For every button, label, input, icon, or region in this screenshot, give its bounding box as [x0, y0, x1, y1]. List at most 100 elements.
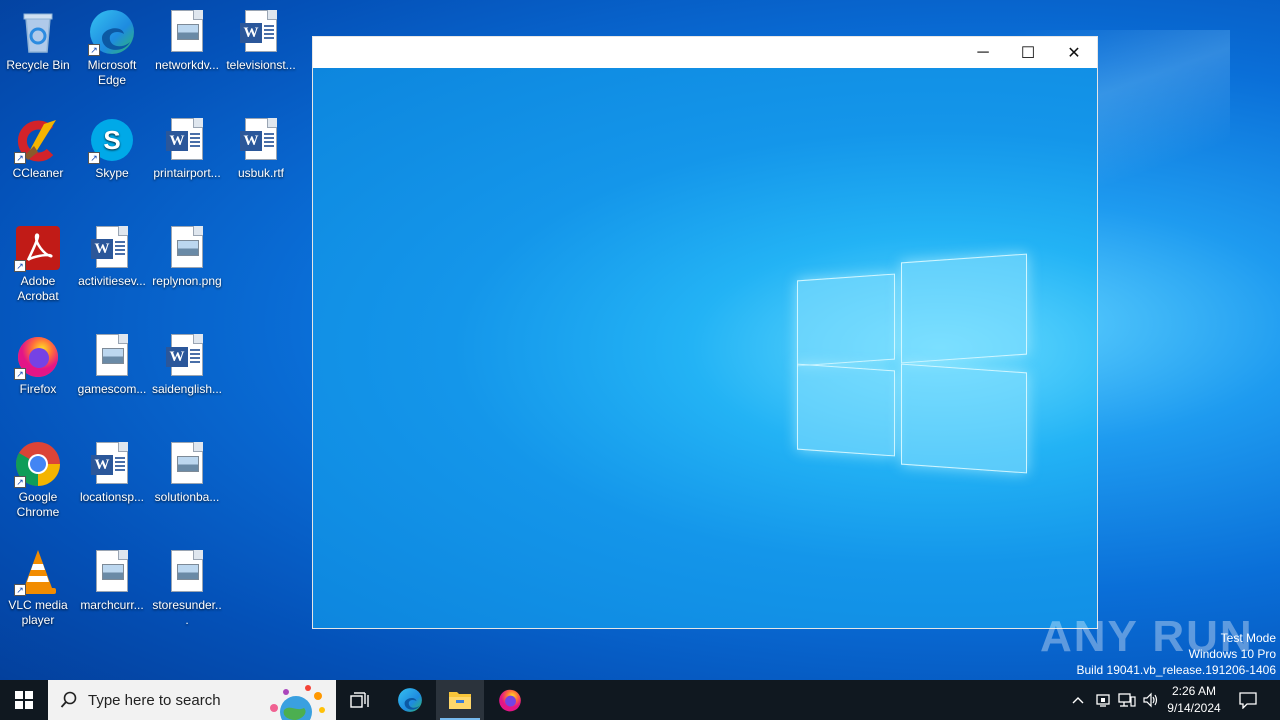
logo-pane — [797, 273, 895, 367]
desktop-icon-label: storesunder... — [152, 598, 222, 627]
desktop-icon-printairport[interactable]: W printairport... — [149, 116, 225, 181]
desktop-icon-marchcurr[interactable]: marchcurr... — [74, 548, 150, 613]
windows-start-icon — [15, 691, 33, 709]
desktop-icon-label: televisionst... — [226, 58, 296, 72]
firefox-icon — [499, 689, 521, 712]
desktop-icon-firefox[interactable]: ↗ Firefox — [0, 332, 76, 397]
desktop-icon-label: saidenglish... — [151, 382, 223, 396]
taskbar-search-box[interactable]: Type here to search — [48, 680, 336, 720]
search-icon — [60, 691, 77, 708]
logo-pane — [797, 363, 895, 457]
image-file-icon — [88, 548, 136, 596]
edge-icon — [398, 688, 422, 712]
desktop-icon-google-chrome[interactable]: ↗ Google Chrome — [0, 440, 76, 520]
desktop-icon-skype[interactable]: S ↗ Skype — [74, 116, 150, 181]
skype-icon: S ↗ — [88, 116, 136, 164]
start-button[interactable] — [0, 680, 48, 720]
action-center-button[interactable] — [1232, 680, 1264, 720]
desktop-icon-ccleaner[interactable]: ↗ CCleaner — [0, 116, 76, 181]
taskbar-firefox-button[interactable] — [486, 680, 534, 720]
image-file-icon — [163, 440, 211, 488]
close-button[interactable]: ✕ — [1051, 37, 1097, 68]
window-content — [313, 68, 1097, 628]
minimize-button[interactable]: ─ — [960, 37, 1006, 68]
desktop-icon-label: Firefox — [19, 382, 57, 396]
device-icon — [1096, 694, 1110, 707]
desktop-icon-label: marchcurr... — [80, 598, 144, 612]
desktop-icon-storesunder[interactable]: storesunder... — [149, 548, 225, 628]
desktop-icon-label: gamescom... — [77, 382, 147, 396]
desktop-icon-label: printairport... — [153, 166, 221, 180]
desktop-icon-usbuk[interactable]: W usbuk.rtf — [223, 116, 299, 181]
word-doc-icon: W — [88, 224, 136, 272]
firefox-icon: ↗ — [14, 332, 62, 380]
watermark-line: Test Mode — [1220, 631, 1276, 645]
clock-date: 9/14/2024 — [1167, 701, 1221, 715]
desktop-icon-vlc[interactable]: ↗ VLC media player — [0, 548, 76, 628]
search-highlight-globe-icon — [270, 685, 325, 720]
word-doc-icon: W — [163, 332, 211, 380]
desktop-icon-label: Skype — [95, 166, 129, 180]
taskbar: Type here to search 2:26 AM 9/14/2024 — [0, 680, 1280, 720]
desktop-icon-solutionba[interactable]: solutionba... — [149, 440, 225, 505]
desktop-icon-label: Google Chrome — [16, 490, 60, 519]
clock-time: 2:26 AM — [1171, 684, 1217, 698]
desktop-icon-label: Recycle Bin — [6, 58, 70, 72]
taskbar-edge-button[interactable] — [386, 680, 434, 720]
tray-overflow-chevron[interactable] — [1068, 680, 1088, 720]
tray-volume-button[interactable] — [1140, 680, 1162, 720]
vlc-icon: ↗ — [14, 548, 62, 596]
task-view-icon — [350, 692, 369, 708]
watermark-line: Build 19041.vb_release.191206-1406 — [1076, 663, 1277, 677]
network-icon — [1118, 693, 1136, 707]
taskbar-clock[interactable]: 2:26 AM 9/14/2024 — [1164, 683, 1224, 717]
image-file-icon — [163, 548, 211, 596]
desktop-icon-adobe-acrobat[interactable]: ↗ Adobe Acrobat — [0, 224, 76, 304]
chevron-up-icon — [1072, 697, 1084, 704]
tray-device-icon-button[interactable] — [1092, 680, 1114, 720]
app-window[interactable]: ─ ☐ ✕ — [312, 36, 1098, 629]
desktop-icon-label: Microsoft Edge — [87, 58, 137, 87]
image-file-icon — [88, 332, 136, 380]
watermark-line: Windows 10 Pro — [1188, 647, 1276, 661]
logo-pane — [901, 363, 1027, 474]
desktop-icon-replynon[interactable]: replynon.png — [149, 224, 225, 289]
desktop-icon-label: Adobe Acrobat — [17, 274, 59, 303]
desktop-icon-networkdv[interactable]: networkdv... — [149, 8, 225, 73]
close-icon: ✕ — [1067, 44, 1081, 62]
desktop-icon-label: VLC media player — [8, 598, 68, 627]
desktop-icon-recycle-bin[interactable]: Recycle Bin — [0, 8, 76, 73]
maximize-icon: ☐ — [1020, 44, 1036, 62]
desktop-icon-televisionst[interactable]: W televisionst... — [223, 8, 299, 73]
maximize-button[interactable]: ☐ — [1005, 37, 1051, 68]
minimize-icon: ─ — [977, 43, 989, 61]
word-doc-icon: W — [237, 8, 285, 56]
desktop-icon-microsoft-edge[interactable]: ↗ Microsoft Edge — [74, 8, 150, 88]
volume-icon — [1143, 692, 1158, 708]
desktop-icon-label: activitiesev... — [78, 274, 146, 288]
chrome-icon: ↗ — [14, 440, 62, 488]
ccleaner-icon: ↗ — [14, 116, 62, 164]
task-view-button[interactable] — [336, 680, 384, 720]
desktop-icon-label: networkdv... — [155, 58, 219, 72]
word-doc-icon: W — [237, 116, 285, 164]
svg-text:S: S — [103, 125, 120, 155]
taskbar-file-explorer-button[interactable] — [436, 680, 484, 720]
desktop-icon-label: usbuk.rtf — [237, 166, 285, 180]
search-placeholder: Type here to search — [88, 691, 221, 709]
image-file-icon — [163, 224, 211, 272]
desktop-icon-gamescom[interactable]: gamescom... — [74, 332, 150, 397]
window-titlebar[interactable]: ─ ☐ ✕ — [313, 37, 1097, 68]
desktop-icon-locationsp[interactable]: W locationsp... — [74, 440, 150, 505]
desktop-icon-label: solutionba... — [154, 490, 220, 504]
desktop-icon-activitiesev[interactable]: W activitiesev... — [74, 224, 150, 289]
desktop-icon-label: replynon.png — [152, 274, 222, 288]
desktop-icon-label: locationsp... — [79, 490, 145, 504]
tray-network-button[interactable] — [1116, 680, 1138, 720]
acrobat-icon: ↗ — [14, 224, 62, 272]
test-mode-watermark: Test Mode Windows 10 Pro Build 19041.vb_… — [1077, 630, 1277, 678]
image-file-icon — [163, 8, 211, 56]
word-doc-icon: W — [88, 440, 136, 488]
desktop-icon-label: CCleaner — [12, 166, 64, 180]
desktop-icon-saidenglish[interactable]: W saidenglish... — [149, 332, 225, 397]
